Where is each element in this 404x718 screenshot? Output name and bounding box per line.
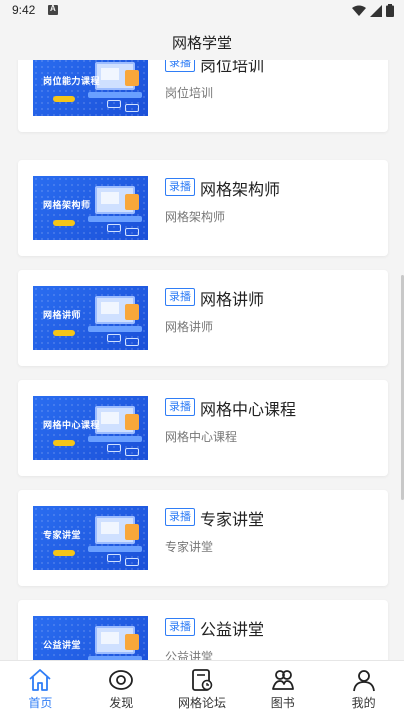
forum-icon bbox=[192, 669, 213, 691]
recorded-badge: 录播 bbox=[165, 288, 195, 306]
battery-icon bbox=[386, 4, 394, 17]
course-subtitle: 网格架构师 bbox=[165, 210, 226, 224]
thumbnail-text: 网格讲师 bbox=[43, 311, 82, 321]
course-title: 网格架构师 bbox=[200, 180, 281, 199]
course-title: 公益讲堂 bbox=[200, 620, 265, 639]
course-subtitle: 专家讲堂 bbox=[165, 540, 214, 554]
tab-discover-label: 发现 bbox=[109, 696, 134, 710]
course-title: 网格中心课程 bbox=[200, 400, 297, 419]
status-icons bbox=[352, 4, 394, 17]
course-subtitle: 岗位培训 bbox=[165, 86, 214, 100]
home-icon bbox=[29, 669, 51, 691]
recorded-badge: 录播 bbox=[165, 508, 195, 526]
recorded-badge: 录播 bbox=[165, 60, 195, 72]
status-bar: 9:42 bbox=[0, 0, 404, 22]
tab-books[interactable]: 图书 bbox=[242, 661, 323, 718]
course-card[interactable]: 网格架构师 录播 网格架构师 网格架构师 bbox=[18, 160, 388, 256]
tab-home[interactable]: 首页 bbox=[0, 661, 81, 718]
course-card[interactable]: 公益讲堂 录播 公益讲堂 公益讲堂 bbox=[18, 600, 388, 660]
course-title: 专家讲堂 bbox=[200, 510, 265, 529]
tab-forum-label: 网格论坛 bbox=[177, 696, 226, 710]
course-title: 网格讲师 bbox=[200, 290, 265, 309]
wifi-icon bbox=[352, 5, 366, 16]
course-card[interactable]: 岗位能力课程 录播 岗位培训 岗位培训 bbox=[18, 60, 388, 132]
thumbnail-text: 网格中心课程 bbox=[43, 421, 101, 431]
course-card[interactable]: 网格讲师 录播 网格讲师 网格讲师 bbox=[18, 270, 388, 366]
course-thumbnail: 网格中心课程 bbox=[33, 396, 148, 460]
course-thumbnail: 岗位能力课程 bbox=[33, 60, 148, 116]
tab-discover[interactable]: 发现 bbox=[81, 661, 162, 718]
thumbnail-text: 网格架构师 bbox=[43, 201, 91, 211]
recorded-badge: 录播 bbox=[165, 398, 195, 416]
tab-profile[interactable]: 我的 bbox=[323, 661, 404, 718]
recorded-badge: 录播 bbox=[165, 178, 195, 196]
bottom-tab-bar: 首页 发现 网格论坛 图书 我的 bbox=[0, 660, 404, 718]
course-list[interactable]: 岗位能力课程 录播 岗位培训 岗位培训 网格架构师 录播 网格架构师 网格架构师… bbox=[0, 60, 404, 660]
books-icon bbox=[271, 670, 294, 690]
course-subtitle: 公益讲堂 bbox=[165, 650, 214, 660]
course-thumbnail: 网格讲师 bbox=[33, 286, 148, 350]
course-card[interactable]: 网格中心课程 录播 网格中心课程 网格中心课程 bbox=[18, 380, 388, 476]
tab-books-label: 图书 bbox=[270, 696, 295, 710]
recorded-badge: 录播 bbox=[165, 618, 195, 636]
course-title: 岗位培训 bbox=[200, 60, 265, 75]
thumbnail-text: 专家讲堂 bbox=[43, 531, 82, 541]
course-subtitle: 网格讲师 bbox=[165, 320, 214, 334]
app-header: 网格学堂 bbox=[0, 22, 404, 60]
page-title: 网格学堂 bbox=[171, 34, 232, 52]
status-time: 9:42 bbox=[12, 3, 36, 17]
course-card[interactable]: 专家讲堂 录播 专家讲堂 专家讲堂 bbox=[18, 490, 388, 586]
eye-icon bbox=[109, 670, 134, 690]
notification-icon bbox=[48, 4, 58, 15]
user-icon bbox=[352, 670, 375, 692]
course-thumbnail: 网格架构师 bbox=[33, 176, 148, 240]
signal-icon bbox=[370, 4, 382, 17]
thumbnail-text: 岗位能力课程 bbox=[43, 77, 101, 87]
course-thumbnail: 公益讲堂 bbox=[33, 616, 148, 660]
course-subtitle: 网格中心课程 bbox=[165, 430, 238, 444]
tab-profile-label: 我的 bbox=[351, 696, 376, 710]
course-thumbnail: 专家讲堂 bbox=[33, 506, 148, 570]
thumbnail-text: 公益讲堂 bbox=[43, 641, 82, 651]
tab-home-label: 首页 bbox=[28, 696, 53, 710]
tab-forum[interactable]: 网格论坛 bbox=[162, 661, 243, 718]
